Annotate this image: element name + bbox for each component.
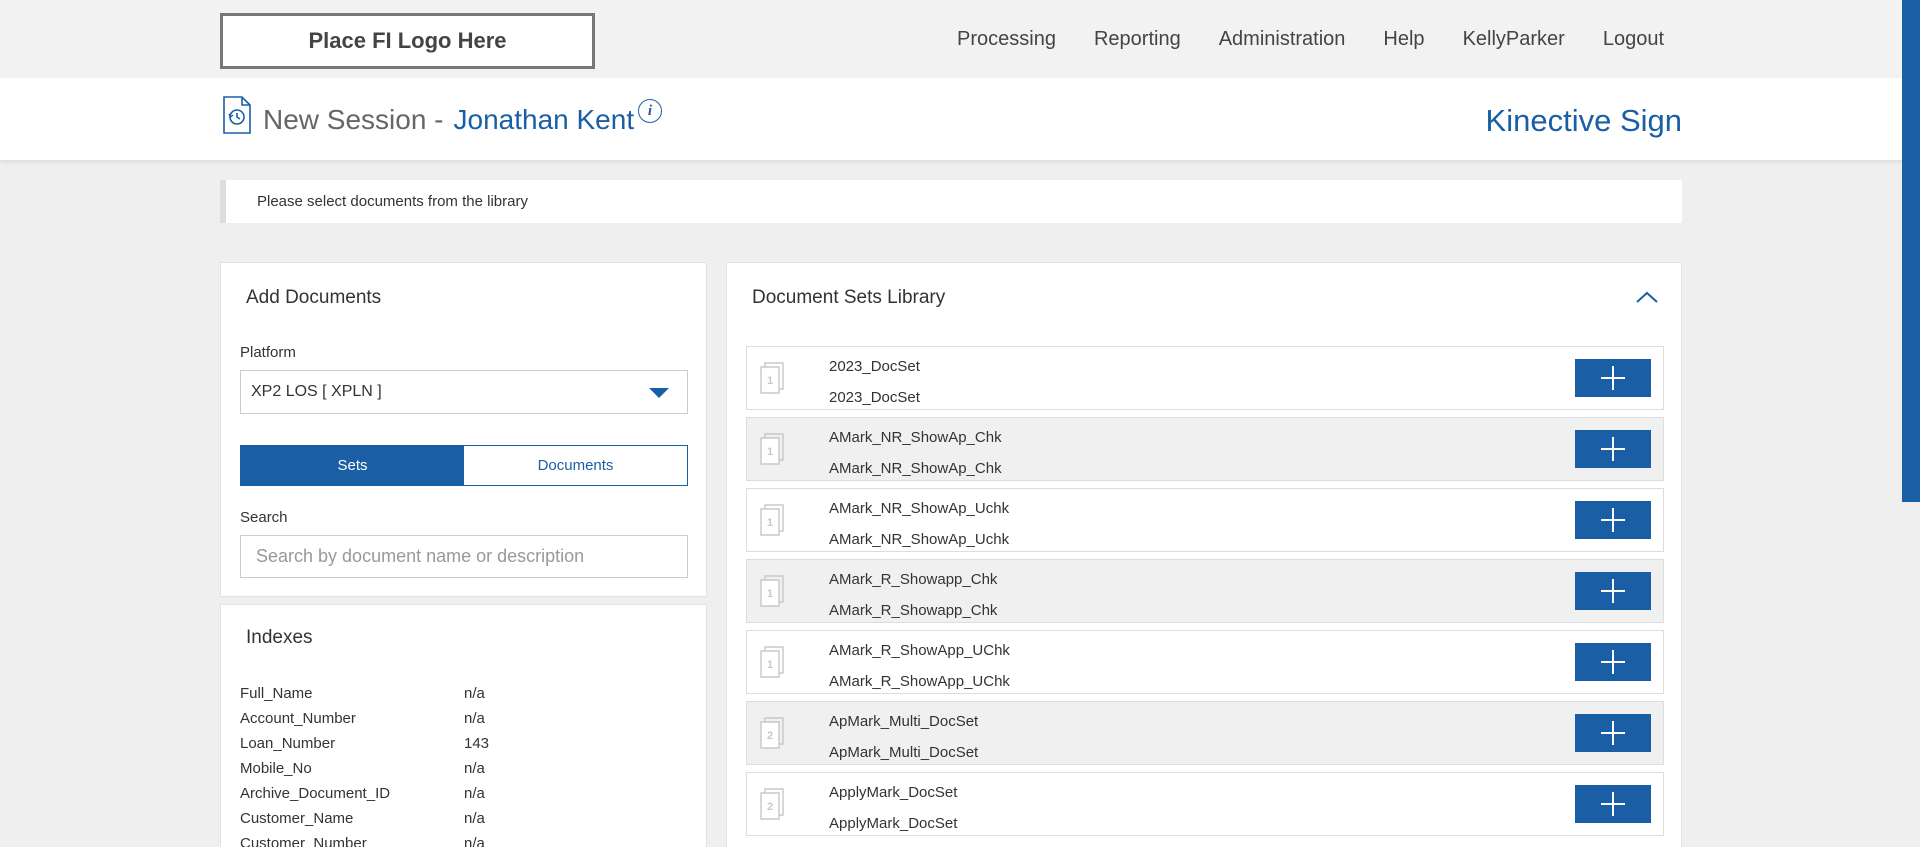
session-customer-name: Jonathan Kent [453, 104, 635, 135]
session-title-label: New Session - [263, 104, 444, 135]
index-value: 143 [464, 735, 490, 752]
fi-logo[interactable]: Place FI Logo Here [220, 13, 595, 69]
document-set-name: AMark_R_Showapp_Chk [829, 571, 998, 588]
document-stack-icon: 1 [760, 575, 784, 607]
add-document-set-button[interactable] [1575, 430, 1651, 468]
index-key: Full_Name [240, 685, 313, 702]
add-document-set-button[interactable] [1575, 714, 1651, 752]
index-row: Customer_Number n/a [240, 835, 485, 847]
nav-administration[interactable]: Administration [1219, 28, 1346, 51]
document-set-name: ApMark_Multi_DocSet [829, 713, 979, 730]
document-count: 1 [767, 588, 773, 600]
document-set-row[interactable]: 1 AMark_NR_ShowAp_Chk AMark_NR_ShowAp_Chk [746, 417, 1664, 481]
index-value: n/a [464, 835, 485, 847]
index-key: Archive_Document_ID [240, 785, 391, 802]
document-set-description: ApMark_Multi_DocSet [829, 744, 979, 761]
document-set-description: AMark_NR_ShowAp_Chk [829, 460, 1002, 477]
document-set-row[interactable]: 2 ApMark_Multi_DocSet ApMark_Multi_DocSet [746, 701, 1664, 765]
document-stack-icon: 2 [760, 788, 784, 820]
add-document-set-button[interactable] [1575, 501, 1651, 539]
index-row: Archive_Document_ID n/a [240, 785, 485, 802]
nav-help[interactable]: Help [1383, 28, 1424, 51]
document-set-row[interactable]: 1 AMark_NR_ShowAp_Uchk AMark_NR_ShowAp_Uch… [746, 488, 1664, 552]
document-set-name: ApplyMark_DocSet [829, 784, 958, 801]
index-row: Customer_Name n/a [240, 810, 485, 827]
page-title: New Session - Jonathan Kent [263, 104, 634, 136]
document-stack-icon: 1 [760, 433, 784, 465]
document-set-name: 2023_DocSet [829, 358, 920, 375]
main-nav: Processing Reporting Administration Help… [957, 28, 1664, 51]
document-set-row[interactable]: 1 2023_DocSet 2023_DocSet [746, 346, 1664, 410]
session-history-icon [223, 96, 251, 134]
document-set-description: AMark_R_ShowApp_UChk [829, 673, 1010, 690]
index-row: Loan_Number 143 [240, 735, 489, 752]
document-set-name: AMark_NR_ShowAp_Chk [829, 429, 1002, 446]
document-count: 1 [767, 446, 773, 458]
index-value: n/a [464, 810, 485, 827]
toggle-documents[interactable]: Documents [464, 446, 687, 485]
toggle-sets[interactable]: Sets [241, 446, 464, 485]
search-input[interactable] [240, 535, 688, 578]
add-document-set-button[interactable] [1575, 359, 1651, 397]
index-value: n/a [464, 760, 485, 777]
document-set-row[interactable]: 1 AMark_R_Showapp_Chk AMark_R_Showapp_Chk [746, 559, 1664, 623]
add-documents-title: Add Documents [246, 287, 382, 308]
document-count: 2 [767, 801, 773, 813]
nav-reporting[interactable]: Reporting [1094, 28, 1181, 51]
document-set-row[interactable]: 2 ApplyMark_DocSet ApplyMark_DocSet [746, 772, 1664, 836]
document-set-description: 2023_DocSet [829, 389, 920, 406]
platform-label: Platform [240, 344, 296, 361]
caret-down-icon [649, 388, 669, 398]
document-sets-library-panel: Document Sets Library 1 2023_DocSet 2023_D… [726, 262, 1682, 847]
document-stack-icon: 1 [760, 362, 784, 394]
session-header: New Session - Jonathan Kent i Kinective S… [0, 78, 1920, 160]
notice-banner: Please select documents from the library [220, 180, 1682, 223]
add-document-set-button[interactable] [1575, 785, 1651, 823]
index-key: Customer_Number [240, 835, 367, 847]
indexes-panel: Indexes Full_Name n/a Account_Number n/a L… [220, 604, 707, 847]
nav-logout[interactable]: Logout [1603, 28, 1664, 51]
add-document-set-button[interactable] [1575, 572, 1651, 610]
index-row: Full_Name n/a [240, 685, 485, 702]
index-key: Account_Number [240, 710, 356, 727]
brand-name: Kinective Sign [1485, 103, 1682, 138]
document-stack-icon: 1 [760, 504, 784, 536]
document-set-description: ApplyMark_DocSet [829, 815, 958, 832]
scrollbar[interactable] [1902, 0, 1920, 502]
index-value: n/a [464, 710, 485, 727]
chevron-up-icon[interactable] [1635, 289, 1659, 305]
top-bar: Place FI Logo Here Processing Reporting … [0, 0, 1920, 78]
document-set-name: AMark_NR_ShowAp_Uchk [829, 500, 1010, 517]
document-set-name: AMark_R_ShowApp_UChk [829, 642, 1010, 659]
add-documents-panel: Add Documents Platform XP2 LOS [ XPLN ] … [220, 262, 707, 597]
platform-value: XP2 LOS [ XPLN ] [251, 383, 382, 400]
document-count: 2 [767, 730, 773, 742]
info-icon[interactable]: i [638, 99, 662, 123]
document-count: 1 [767, 375, 773, 387]
index-row: Mobile_No n/a [240, 760, 485, 777]
nav-processing[interactable]: Processing [957, 28, 1056, 51]
document-count: 1 [767, 517, 773, 529]
sets-documents-toggle: Sets Documents [240, 445, 688, 486]
document-set-row[interactable]: 1 AMark_R_ShowApp_UChk AMark_R_ShowApp_UCh… [746, 630, 1664, 694]
index-value: n/a [464, 785, 485, 802]
add-document-set-button[interactable] [1575, 643, 1651, 681]
search-label: Search [240, 509, 288, 526]
index-key: Mobile_No [240, 760, 312, 777]
notice-text: Please select documents from the library [257, 193, 528, 210]
index-key: Loan_Number [240, 735, 336, 752]
document-set-description: AMark_R_Showapp_Chk [829, 602, 998, 619]
document-stack-icon: 1 [760, 646, 784, 678]
index-row: Account_Number n/a [240, 710, 485, 727]
document-set-description: AMark_NR_ShowAp_Uchk [829, 531, 1010, 548]
document-count: 1 [767, 659, 773, 671]
library-title: Document Sets Library [752, 287, 946, 308]
index-value: n/a [464, 685, 485, 702]
index-key: Customer_Name [240, 810, 354, 827]
nav-user[interactable]: KellyParker [1463, 28, 1565, 51]
platform-select[interactable]: XP2 LOS [ XPLN ] [240, 370, 688, 414]
document-stack-icon: 2 [760, 717, 784, 749]
indexes-title: Indexes [246, 627, 313, 648]
